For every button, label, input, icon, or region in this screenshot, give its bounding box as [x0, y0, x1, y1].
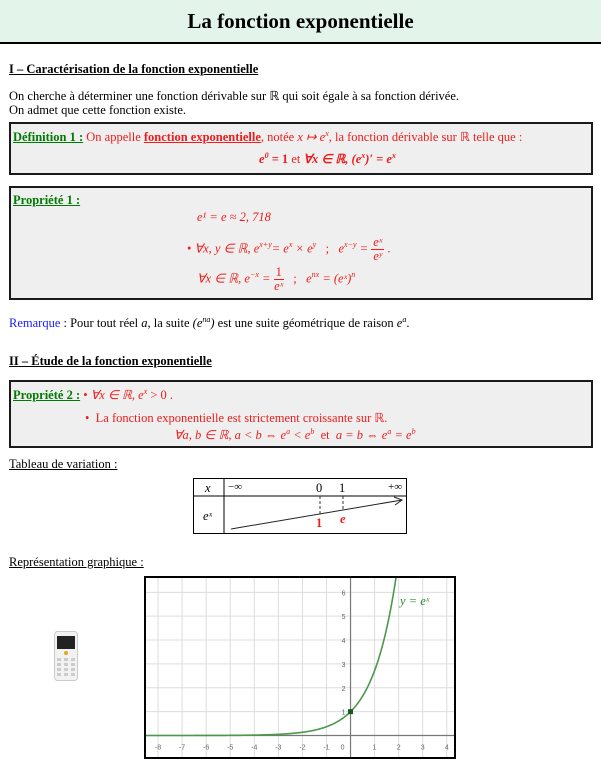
calculator-icon[interactable]	[54, 631, 78, 681]
definition-notation: x ↦ ex	[297, 129, 329, 145]
x-tick-label: -8	[155, 745, 161, 752]
x-tick-label: 4	[445, 745, 449, 752]
remark-label: Remarque	[9, 316, 61, 331]
x-tick-label: 2	[397, 745, 401, 752]
row-header-exp: eˣ	[203, 509, 213, 523]
variation-table: x eˣ −∞ 0 1 +∞ 1 e	[193, 478, 407, 534]
definition-text-a: On appelle	[86, 130, 141, 145]
real-set-symbol: ℝ	[459, 130, 470, 145]
definition-formula: e0 = 1 et ∀x ∈ ℝ, (ex)′ = ex	[259, 151, 396, 167]
intro-line-1: On cherche à déterminer une fonction dér…	[9, 88, 459, 104]
x-tick-label: 0	[341, 745, 345, 752]
x-value: 0	[316, 481, 323, 495]
fraction: 1 eˣ	[273, 265, 284, 293]
x-tick-label: -3	[275, 745, 281, 752]
y-tick-label: 6	[342, 590, 346, 597]
x-tick-label: 1	[373, 745, 377, 752]
row-header-x: x	[205, 481, 211, 495]
intro-text-a: On cherche à déterminer une fonction dér…	[9, 89, 267, 103]
intro-line-2: On admet que cette fonction existe.	[9, 103, 187, 117]
mark-value: e	[340, 512, 346, 526]
title-bar: La fonction exponentielle	[0, 0, 601, 44]
property-1-line-3: ∀x ∈ ℝ, e−x = 1 eˣ ; enx = (eˣ)n	[197, 265, 356, 293]
property-2-box: Propriété 2 : • ∀x ∈ ℝ, ex > 0 . • La fo…	[9, 380, 593, 448]
x-tick-label: -7	[179, 745, 185, 752]
definition-label: Définition 1 :	[13, 130, 84, 145]
x-tick-label: -5	[227, 745, 233, 752]
real-set-symbol: ℝ	[269, 89, 280, 103]
x-tick-label: -1	[323, 745, 329, 752]
definition-term: fonction exponentielle	[143, 130, 261, 145]
x-value: −∞	[228, 481, 243, 493]
mark-value: 1	[316, 516, 323, 530]
section-2-heading: II – Étude de la fonction exponentielle	[9, 354, 212, 368]
y-tick-label: 3	[342, 662, 346, 669]
y-tick-label: 5	[342, 614, 346, 621]
definition-text-d: telle que :	[473, 130, 523, 145]
exp-graph: -8 -7 -6 -5 -4 -3 -2 -1 0 1 2 3 4 1 2 3 4 5 6 y = eˣ	[144, 567, 456, 759]
fraction: eˣ eʸ	[371, 235, 385, 263]
property-1-line-1: e¹ = e ≈ 2, 718	[197, 210, 271, 224]
y-tick-label: 2	[342, 686, 346, 693]
point-0-1	[348, 709, 354, 715]
section-1-heading: I – Caractérisation de la fonction expon…	[9, 62, 259, 76]
curve-label: y = eˣ	[400, 594, 430, 608]
variation-table-label: Tableau de variation :	[9, 457, 118, 471]
definition-line: Définition 1 : On appelle fonction expon…	[13, 129, 522, 145]
definition-text-c: , la fonction dérivable sur	[328, 130, 457, 145]
intro-text-b: qui soit égale à sa fonction dérivée.	[282, 89, 460, 103]
definition-text-b: , notée	[260, 130, 295, 145]
property-1-box: Propriété 1 : e¹ = e ≈ 2, 718 • ∀x, y ∈ …	[9, 186, 593, 300]
graph-label: Représentation graphique :	[9, 555, 144, 569]
property-1-line-2: • ∀x, y ∈ ℝ, ex+y= ex × ey ; ex−y = eˣ eʸ…	[187, 235, 391, 263]
page-title: La fonction exponentielle	[187, 9, 414, 33]
property-2-line-2: • La fonction exponentielle est strictem…	[85, 411, 388, 425]
property-2-line-3: ∀a, b ∈ ℝ, a < b ⇔ ea < eb et a = b ⇔ ea…	[174, 427, 416, 443]
property-2-label: Propriété 2 :	[13, 388, 81, 403]
definition-box: Définition 1 : On appelle fonction expon…	[9, 122, 593, 175]
property-2-line-1: Propriété 2 : • ∀x ∈ ℝ, ex > 0 .	[13, 387, 174, 403]
x-tick-label: -2	[299, 745, 305, 752]
x-value: 1	[339, 481, 346, 495]
x-tick-label: -6	[203, 745, 209, 752]
x-tick-label: -4	[251, 745, 257, 752]
x-value: +∞	[388, 481, 403, 493]
y-tick-label: 4	[342, 638, 346, 645]
x-tick-label: 3	[421, 745, 425, 752]
property-1-label: Propriété 1 :	[13, 193, 81, 207]
remark: Remarque : Pour tout réel a, la suite (e…	[9, 315, 410, 331]
